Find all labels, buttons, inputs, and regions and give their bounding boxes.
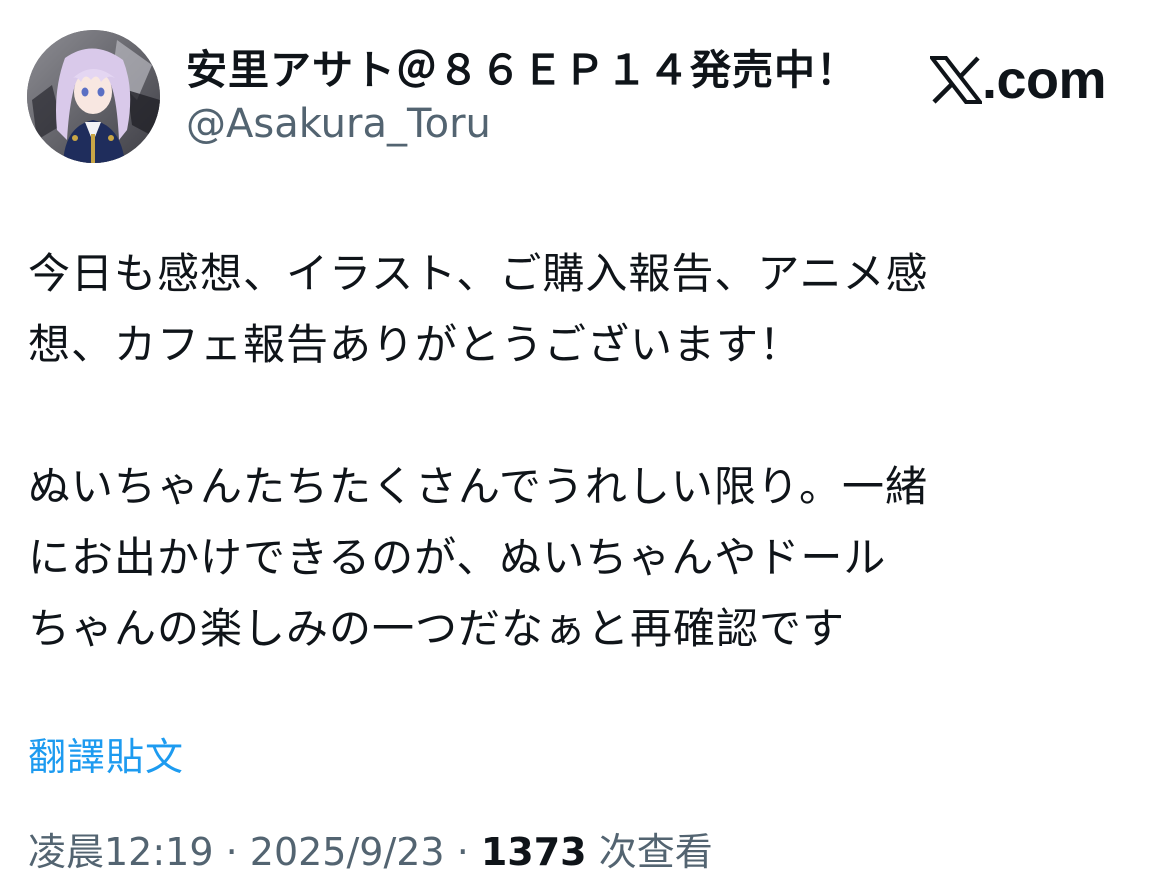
- post-date[interactable]: 2025/9/23: [250, 830, 445, 874]
- tweet-line: ぬいちゃんたちたくさんでうれしい限り。一緒: [28, 462, 929, 511]
- tweet-header: 安里アサト＠８６ＥＰ１４発売中！ @Asakura_Toru .com: [0, 0, 1170, 200]
- translate-post-link[interactable]: 翻譯貼文: [28, 733, 184, 781]
- anime-character-avatar-icon: [27, 30, 160, 163]
- tweet-text: 今日も感想、イラスト、ご購入報告、アニメ感 想、カフェ報告ありがとうございます！…: [28, 238, 1128, 664]
- brand-domain: .com: [982, 50, 1107, 110]
- user-handle[interactable]: @Asakura_Toru: [186, 100, 491, 148]
- meta-separator: ·: [213, 830, 250, 874]
- views-label: 次查看: [586, 830, 713, 874]
- tweet-line: 今日も感想、イラスト、ご購入報告、アニメ感: [28, 249, 929, 298]
- tweet-line: 想、カフェ報告ありがとうございます！: [28, 320, 803, 369]
- display-name[interactable]: 安里アサト＠８６ＥＰ１４発売中！: [186, 44, 858, 96]
- tweet-metadata: 凌晨12:19 · 2025/9/23 · 1373 次查看: [28, 827, 713, 877]
- meta-separator: ·: [444, 830, 481, 874]
- views-count: 1373: [480, 830, 587, 874]
- post-time[interactable]: 凌晨12:19: [28, 830, 214, 874]
- avatar[interactable]: [27, 30, 160, 163]
- tweet-line: にお出かけできるのが、ぬいちゃんやドール: [28, 533, 887, 582]
- x-com-brand: .com: [930, 50, 1107, 110]
- tweet-line: ちゃんの楽しみの一つだなぁと再確認です: [28, 604, 846, 653]
- x-logo-icon: [930, 56, 982, 104]
